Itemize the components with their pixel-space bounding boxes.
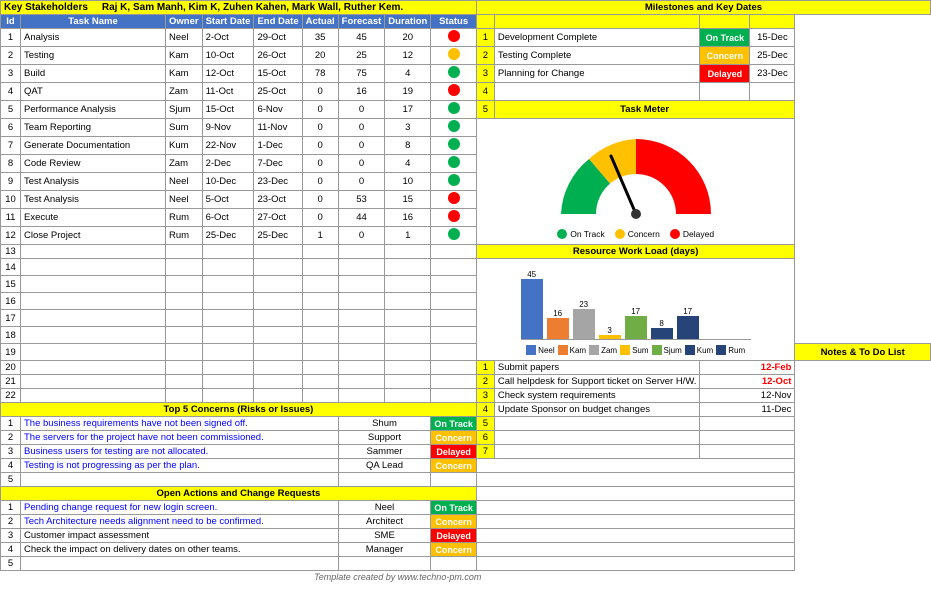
action-row: 3 Customer impact assessment SME Delayed — [1, 529, 931, 543]
stakeholders-list: Raj K, Sam Manh, Kim K, Zuhen Kahen, Mar… — [102, 2, 403, 13]
key-stakeholders-label: Key Stakeholders Raj K, Sam Manh, Kim K,… — [1, 1, 477, 15]
status-dot — [448, 228, 460, 240]
ms-col-name — [494, 15, 700, 29]
action-row: 2 Tech Architecture needs alignment need… — [1, 515, 931, 529]
table-row: 22 3 Check system requirements 12-Nov — [1, 389, 931, 403]
open-actions-header: Open Actions and Change Requests — [1, 487, 477, 501]
col-duration: Duration — [385, 15, 431, 29]
col-end: End Date — [254, 15, 302, 29]
status-dot — [448, 30, 460, 42]
concern-row: 1 The business requirements have not bee… — [1, 417, 931, 431]
ms-col-id — [476, 15, 494, 29]
col-actual: Actual — [302, 15, 338, 29]
table-row: 6 Team Reporting Sum 9-Nov 11-Nov 0 0 3 — [1, 119, 931, 137]
status-dot — [448, 66, 460, 78]
table-row: 14 45 16 — [1, 259, 931, 276]
status-dot — [448, 210, 460, 222]
resource-chart: 45 16 23 3 — [476, 259, 795, 361]
table-row: 4 QAT Zam 11-Oct 25-Oct 0 16 19 4 — [1, 83, 931, 101]
concern-row: 2 The servers for the project have not b… — [1, 431, 931, 445]
table-row: 20 1 Submit papers 12-Feb — [1, 361, 931, 375]
ms-col-status — [700, 15, 750, 29]
milestones-top: Milestones and Key Dates — [476, 1, 930, 15]
stakeholders-title: Key Stakeholders — [4, 2, 88, 13]
table-row: 5 Performance Analysis Sjum 15-Oct 6-Nov… — [1, 101, 931, 119]
table-row: 13 Resource Work Load (days) — [1, 245, 931, 259]
status-dot — [448, 48, 460, 60]
status-dot — [448, 192, 460, 204]
table-row: 1 Analysis Neel 2-Oct 29-Oct 35 45 20 1 … — [1, 29, 931, 47]
table-row: 2 Testing Kam 10-Oct 26-Oct 20 25 12 2 T… — [1, 47, 931, 65]
table-row: 3 Build Kam 12-Oct 15-Oct 78 75 4 3 Plan… — [1, 65, 931, 83]
concern-row: 5 — [1, 473, 931, 487]
notes-header: Notes & To Do List — [795, 344, 931, 361]
table-row: 21 2 Call helpdesk for Support ticket on… — [1, 375, 931, 389]
task-meter-chart: On Track Concern Delayed — [476, 119, 795, 245]
resource-legend: Neel Kam Zam Sum Sjum Kum Rum — [516, 345, 756, 355]
col-status: Status — [431, 15, 477, 29]
status-dot — [448, 174, 460, 186]
action-row: 5 — [1, 557, 931, 571]
resource-header: Resource Work Load (days) — [476, 245, 795, 259]
footer: Template created by www.techno-pm.com — [1, 571, 795, 584]
status-dot — [448, 156, 460, 168]
top5-header: Top 5 Concerns (Risks or Issues) — [1, 403, 477, 417]
ms-col-date — [750, 15, 795, 29]
col-forecast: Forecast — [338, 15, 385, 29]
col-id: Id — [1, 15, 21, 29]
action-row: 4 Check the impact on delivery dates on … — [1, 543, 931, 557]
concern-row: 3 Business users for testing are not all… — [1, 445, 931, 459]
status-dot — [448, 102, 460, 114]
milestones-header: Milestones and Key Dates — [480, 2, 927, 13]
concern-row: 4 Testing is not progressing as per the … — [1, 459, 931, 473]
task-meter-header: Task Meter — [494, 101, 795, 119]
main-table: Key Stakeholders Raj K, Sam Manh, Kim K,… — [0, 0, 931, 583]
status-dot — [448, 138, 460, 150]
status-dot — [448, 84, 460, 96]
col-start: Start Date — [202, 15, 254, 29]
status-dot — [448, 120, 460, 132]
col-owner: Owner — [166, 15, 203, 29]
task-meter-legend: On Track Concern Delayed — [480, 229, 792, 239]
action-row: 1 Pending change request for new login s… — [1, 501, 931, 515]
col-task: Task Name — [21, 15, 166, 29]
